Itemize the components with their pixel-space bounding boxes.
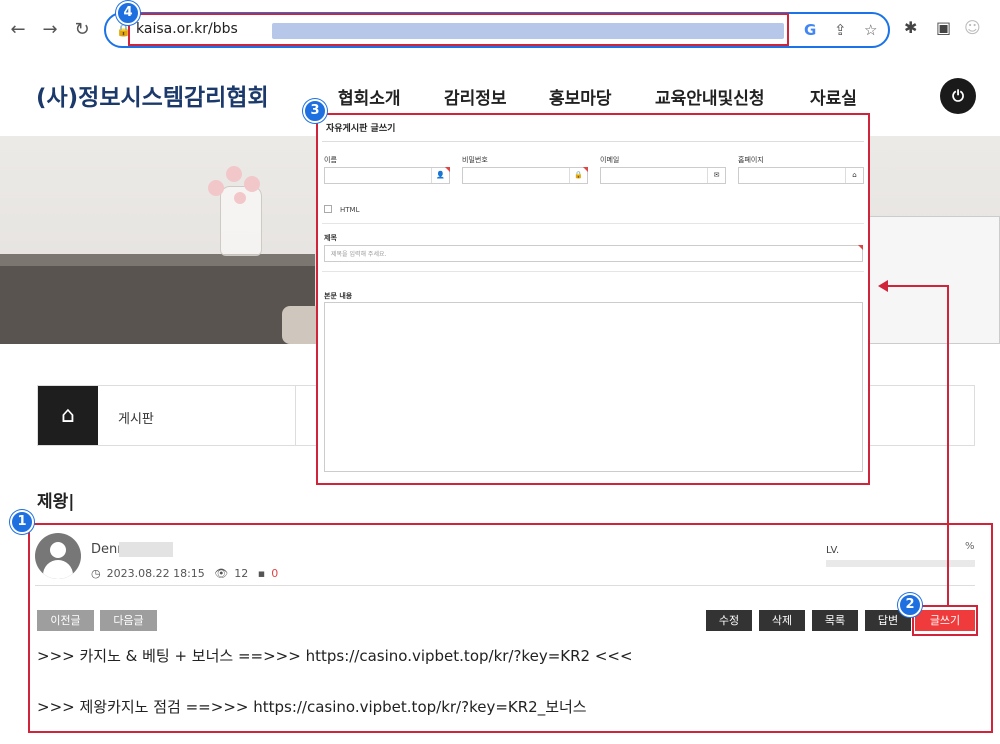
nav-education[interactable]: 교육안내및신청 <box>655 84 764 109</box>
marker-3: 3 <box>303 99 327 123</box>
home-icon: ⌂ <box>845 168 863 183</box>
write-highlight-box <box>912 605 978 636</box>
subject-label: 제목 <box>324 234 337 242</box>
subject-placeholder: 제목을 입력해 주세요. <box>331 251 387 258</box>
post-views: 12 <box>234 567 249 580</box>
required-mark <box>445 167 450 172</box>
html-checkbox[interactable] <box>324 205 332 213</box>
share-icon[interactable]: ⇪ <box>834 21 847 39</box>
desk <box>0 266 315 344</box>
required-mark <box>858 245 863 250</box>
extensions-icon[interactable]: ✱ <box>904 18 917 37</box>
comment-icon: ▪ <box>257 567 266 580</box>
author-redacted <box>119 542 173 557</box>
post-title: 제왕| <box>37 492 75 512</box>
browser-toolbar: ← → ↻ 🔒 kaisa.or.kr/bbs G ⇪ ☆ ✱ ▣ ☺ <box>0 0 1000 62</box>
nav-resources[interactable]: 자료실 <box>810 84 857 109</box>
content-label: 본문 내용 <box>324 292 353 300</box>
write-form-title: 자유게시판 글쓰기 <box>326 124 396 134</box>
subject-input[interactable]: 제목을 입력해 주세요. <box>324 245 863 262</box>
content-textarea[interactable] <box>324 302 863 472</box>
write-form-panel: 자유게시판 글쓰기 이름 👤 비밀번호 🔒 이메일 ✉ 홈페이지 ⌂ HTML … <box>316 113 870 485</box>
marker-4: 4 <box>116 1 140 25</box>
nav-audit-info[interactable]: 감리정보 <box>444 84 507 109</box>
home-icon[interactable]: ⌂ <box>38 386 98 445</box>
nav-about[interactable]: 협회소개 <box>338 84 401 109</box>
email-label: 이메일 <box>600 156 620 164</box>
back-icon[interactable]: ← <box>6 18 30 42</box>
eye-icon: 👁 <box>214 567 229 580</box>
flower <box>226 166 242 182</box>
post-date: 2023.08.22 18:15 <box>106 567 205 580</box>
flower <box>234 192 246 204</box>
reload-icon[interactable]: ↻ <box>70 18 94 42</box>
flower <box>208 180 224 196</box>
annotation-arrow <box>947 286 949 606</box>
breadcrumb-divider <box>295 386 296 445</box>
next-post-button[interactable]: 다음글 <box>100 610 157 631</box>
edit-button[interactable]: 수정 <box>706 610 752 631</box>
clock-icon: ◷ <box>91 567 101 580</box>
post-comments: 0 <box>271 567 279 580</box>
password-label: 비밀번호 <box>462 156 488 164</box>
password-input[interactable]: 🔒 <box>462 167 588 184</box>
level-percent: % <box>965 541 975 552</box>
delete-button[interactable]: 삭제 <box>759 610 805 631</box>
url-highlight-box <box>128 13 789 46</box>
post-body-line-1: >>> 카지노 & 베팅 + 보너스 ==>>> https://casino.… <box>37 647 633 665</box>
nav-promotion[interactable]: 홍보마당 <box>549 84 612 109</box>
html-label: HTML <box>340 206 360 214</box>
level-label: LV. <box>826 545 840 556</box>
star-icon[interactable]: ☆ <box>864 21 877 39</box>
site-logo[interactable]: (사)정보시스템감리협회 <box>36 78 269 112</box>
marker-1: 1 <box>10 510 34 534</box>
breadcrumb-board[interactable]: 게시판 <box>118 408 154 427</box>
list-button[interactable]: 목록 <box>812 610 858 631</box>
level-progress-bar <box>826 560 975 567</box>
homepage-input[interactable]: ⌂ <box>738 167 864 184</box>
prev-post-button[interactable]: 이전글 <box>37 610 94 631</box>
power-icon[interactable]: ⏻ <box>940 78 976 114</box>
name-input[interactable]: 👤 <box>324 167 450 184</box>
email-input[interactable]: ✉ <box>600 167 726 184</box>
marker-2: 2 <box>898 593 922 617</box>
arrow-head-icon <box>878 280 888 292</box>
sidebar-icon[interactable]: ▣ <box>936 18 951 37</box>
google-icon[interactable]: G <box>804 21 816 39</box>
required-mark <box>583 167 588 172</box>
mail-icon: ✉ <box>707 168 725 183</box>
homepage-label: 홈페이지 <box>738 156 764 164</box>
post-divider <box>35 585 975 586</box>
avatar <box>35 533 81 579</box>
flower <box>244 176 260 192</box>
post-body-line-2: >>> 제왕카지노 점검 ==>>> https://casino.vipbet… <box>37 698 587 716</box>
forward-icon[interactable]: → <box>38 18 62 42</box>
profile-icon[interactable]: ☺ <box>964 18 981 37</box>
post-meta: ◷ 2023.08.22 18:15 👁 12 ▪ 0 <box>91 567 284 580</box>
name-label: 이름 <box>324 156 337 164</box>
annotation-arrow <box>887 285 949 287</box>
